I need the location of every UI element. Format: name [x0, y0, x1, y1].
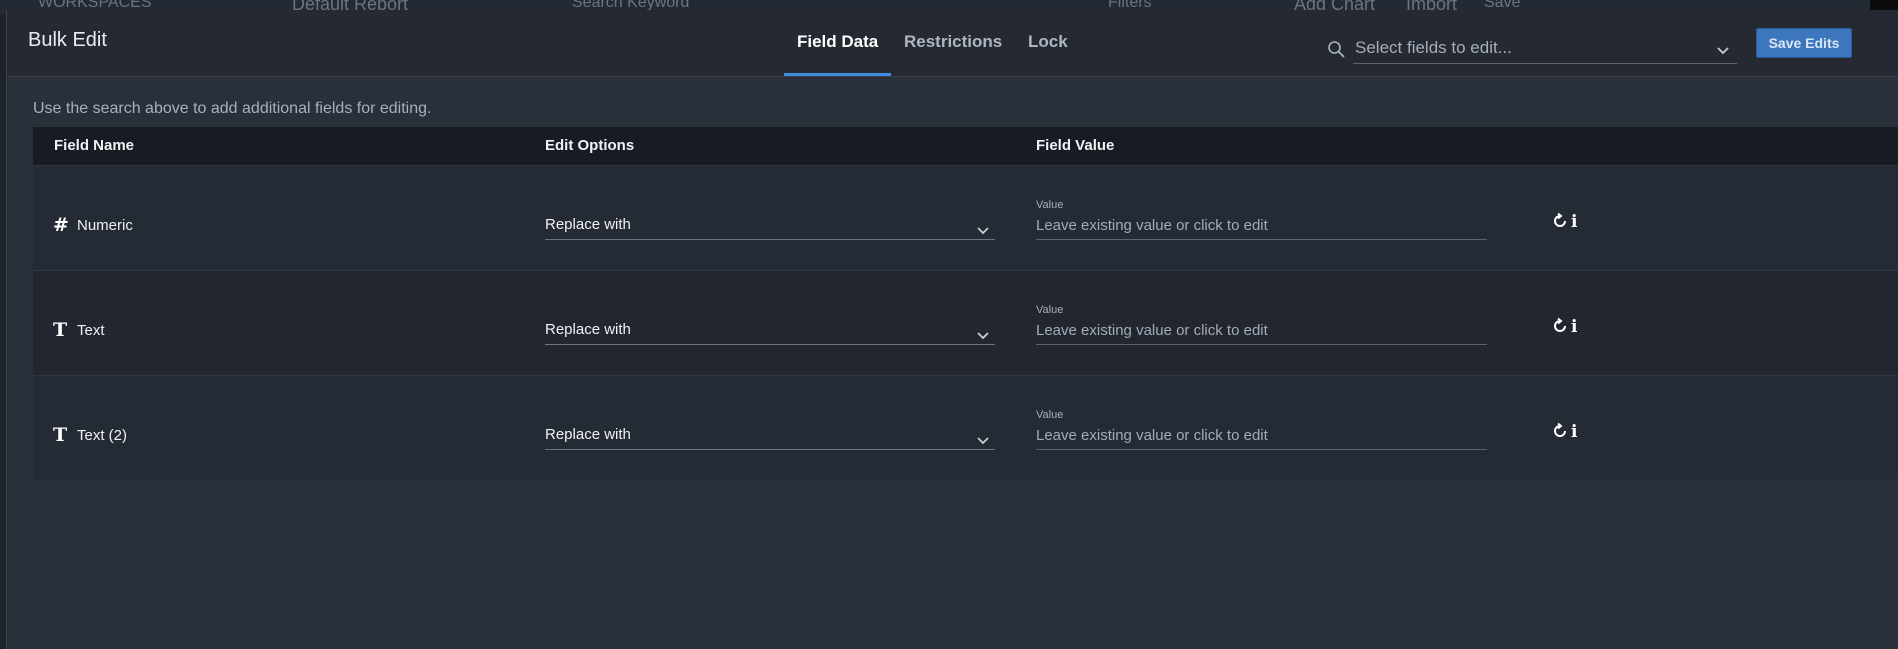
modal-title: Bulk Edit	[28, 29, 107, 51]
reset-icon[interactable]	[1551, 212, 1569, 234]
table-row: T Text (2) Replace with Value i	[33, 375, 1898, 480]
field-name: Text	[77, 322, 105, 339]
search-icon	[1327, 40, 1345, 62]
text-type-icon: T	[53, 319, 68, 341]
active-tab-indicator	[784, 73, 891, 76]
edit-option-select[interactable]: Replace with	[545, 210, 995, 240]
save-edits-button[interactable]: Save Edits	[1756, 28, 1852, 58]
edit-option-select[interactable]: Replace with	[545, 315, 995, 345]
value-label: Value	[1036, 409, 1064, 421]
value-label: Value	[1036, 304, 1064, 316]
info-icon[interactable]: i	[1571, 422, 1577, 442]
tab-lock[interactable]: Lock	[1028, 32, 1068, 52]
field-name: Numeric	[77, 217, 133, 234]
hash-icon: #	[53, 214, 69, 236]
chevron-down-icon	[977, 430, 989, 449]
info-icon[interactable]: i	[1571, 212, 1577, 232]
field-value-input[interactable]	[1036, 422, 1487, 450]
table-header: Field Name Edit Options Field Value	[33, 127, 1898, 165]
table-row: # Numeric Replace with Value i	[33, 165, 1898, 270]
table-row: T Text Replace with Value i	[33, 270, 1898, 375]
field-value-input[interactable]	[1036, 212, 1487, 240]
edit-option-value: Replace with	[545, 216, 631, 233]
text-type-icon: T	[53, 424, 68, 446]
header-field-value: Field Value	[1036, 137, 1115, 154]
bulk-edit-modal: Bulk Edit Field Data Restrictions Lock S…	[6, 10, 1898, 649]
field-search-input[interactable]	[1353, 32, 1737, 64]
edit-option-value: Replace with	[545, 426, 631, 443]
header-edit-options: Edit Options	[545, 137, 635, 154]
reset-icon[interactable]	[1551, 317, 1569, 339]
field-search	[1327, 28, 1737, 68]
tab-restrictions[interactable]: Restrictions	[904, 32, 1002, 52]
modal-header: Bulk Edit Field Data Restrictions Lock S…	[7, 10, 1898, 77]
chevron-down-icon	[977, 325, 989, 344]
header-field-name: Field Name	[54, 137, 135, 154]
field-value-input[interactable]	[1036, 317, 1487, 345]
chevron-down-icon[interactable]	[1717, 40, 1729, 59]
info-icon[interactable]: i	[1571, 317, 1577, 337]
field-name: Text (2)	[77, 427, 128, 444]
field-table: Field Name Edit Options Field Value # Nu…	[33, 127, 1898, 479]
reset-icon[interactable]	[1551, 422, 1569, 444]
tab-field-data[interactable]: Field Data	[797, 32, 878, 52]
edit-option-value: Replace with	[545, 321, 631, 338]
edit-option-select[interactable]: Replace with	[545, 420, 995, 450]
value-label: Value	[1036, 199, 1064, 211]
chevron-down-icon	[977, 220, 989, 239]
hint-text: Use the search above to add additional f…	[33, 100, 432, 117]
